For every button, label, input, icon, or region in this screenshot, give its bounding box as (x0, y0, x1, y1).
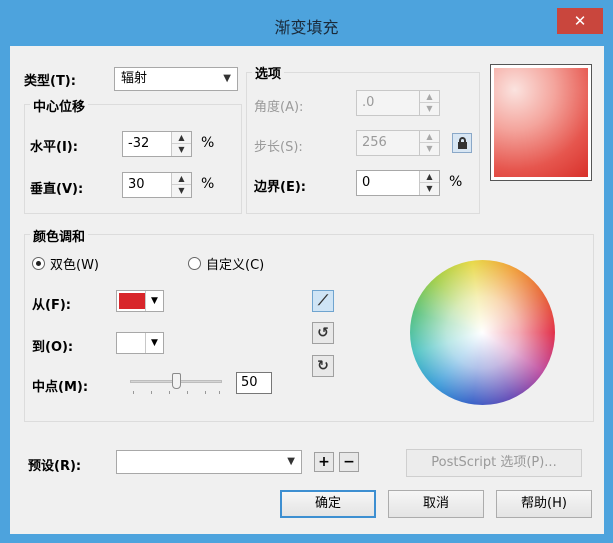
type-label: 类型(T): (24, 74, 76, 89)
dialog-body: 类型(T): 辐射 ▼ 中心位移 水平(I): -32 ▲ ▼ % 垂直(V):… (10, 46, 604, 534)
line-blend-icon[interactable]: ⟋ (312, 290, 334, 312)
color-wheel[interactable] (410, 260, 555, 405)
remove-preset-button[interactable]: − (339, 452, 359, 472)
edge-spinner[interactable]: 0 ▲ ▼ (356, 170, 440, 196)
counterclockwise-blend-icon[interactable]: ↺ (312, 322, 334, 344)
dialog-title: 渐变填充 (274, 18, 339, 37)
clockwise-blend-icon[interactable]: ↻ (312, 355, 334, 377)
dialog-window: 渐变填充 ✕ 类型(T): 辐射 ▼ 中心位移 水平(I): -32 ▲ ▼ %… (0, 0, 613, 543)
spin-down-icon[interactable]: ▼ (420, 183, 439, 195)
spin-down-icon[interactable]: ▼ (420, 143, 439, 155)
from-color-swatch (119, 293, 145, 309)
type-select[interactable]: 辐射 ▼ (114, 67, 238, 91)
from-label: 从(F): (32, 298, 71, 313)
to-label: 到(O): (32, 340, 74, 355)
horizontal-unit: % (201, 135, 215, 151)
spin-up-icon[interactable]: ▲ (420, 131, 439, 143)
horizontal-spinner[interactable]: -32 ▲ ▼ (122, 131, 192, 157)
two-color-radio[interactable] (32, 257, 45, 270)
to-color-swatch (119, 335, 145, 351)
spin-down-icon[interactable]: ▼ (172, 185, 191, 197)
steps-spinner[interactable]: 256 ▲ ▼ (356, 130, 440, 156)
two-color-label[interactable]: 双色(W) (50, 254, 99, 273)
color-blend-legend: 颜色调和 (30, 226, 89, 245)
steps-label: 步长(S): (254, 140, 303, 155)
help-button[interactable]: 帮助(H) (496, 490, 592, 518)
vertical-spinner[interactable]: 30 ▲ ▼ (122, 172, 192, 198)
gradient-preview (490, 64, 592, 181)
postscript-options-button[interactable]: PostScript 选项(P)... (406, 449, 582, 477)
midpoint-input[interactable]: 50 (236, 372, 272, 394)
close-button[interactable]: ✕ (557, 8, 603, 34)
custom-label[interactable]: 自定义(C) (206, 254, 264, 273)
spin-up-icon[interactable]: ▲ (172, 173, 191, 185)
slider-tick (151, 391, 152, 394)
slider-tick (187, 391, 188, 394)
chevron-down-icon: ▼ (287, 456, 295, 467)
chevron-down-icon[interactable]: ▼ (145, 291, 163, 311)
vertical-label: 垂直(V): (30, 182, 84, 197)
angle-value[interactable]: .0 (362, 95, 374, 110)
spin-up-icon[interactable]: ▲ (420, 91, 439, 103)
add-preset-button[interactable]: + (314, 452, 334, 472)
to-color-picker[interactable]: ▼ (116, 332, 164, 354)
spin-up-icon[interactable]: ▲ (172, 132, 191, 144)
custom-radio[interactable] (188, 257, 201, 270)
from-color-picker[interactable]: ▼ (116, 290, 164, 312)
edge-unit: % (449, 174, 463, 190)
center-offset-legend: 中心位移 (30, 96, 89, 115)
edge-label: 边界(E): (254, 180, 306, 195)
spin-down-icon[interactable]: ▼ (172, 144, 191, 156)
ok-button[interactable]: 确定 (280, 490, 376, 518)
slider-tick (205, 391, 206, 394)
angle-spinner[interactable]: .0 ▲ ▼ (356, 90, 440, 116)
preset-label: 预设(R): (28, 459, 82, 474)
slider-tick (169, 391, 170, 394)
type-value: 辐射 (121, 71, 148, 86)
title-bar[interactable]: 渐变填充 ✕ (0, 0, 613, 46)
slider-tick (219, 391, 220, 394)
spin-up-icon[interactable]: ▲ (420, 171, 439, 183)
chevron-down-icon[interactable]: ▼ (145, 333, 163, 353)
angle-label: 角度(A): (254, 100, 304, 115)
horizontal-label: 水平(I): (30, 140, 78, 155)
edge-value[interactable]: 0 (362, 175, 370, 190)
chevron-down-icon: ▼ (223, 73, 231, 84)
slider-tick (133, 391, 134, 394)
midpoint-slider-thumb[interactable] (172, 373, 181, 389)
vertical-value[interactable]: 30 (128, 177, 145, 192)
spin-down-icon[interactable]: ▼ (420, 103, 439, 115)
midpoint-label: 中点(M): (32, 380, 89, 395)
horizontal-value[interactable]: -32 (128, 136, 149, 151)
lock-icon[interactable] (452, 133, 472, 153)
preset-select[interactable]: ▼ (116, 450, 302, 474)
steps-value[interactable]: 256 (362, 135, 387, 150)
options-legend: 选项 (252, 63, 285, 82)
vertical-unit: % (201, 176, 215, 192)
cancel-button[interactable]: 取消 (388, 490, 484, 518)
gradient-preview-swatch (494, 68, 588, 177)
